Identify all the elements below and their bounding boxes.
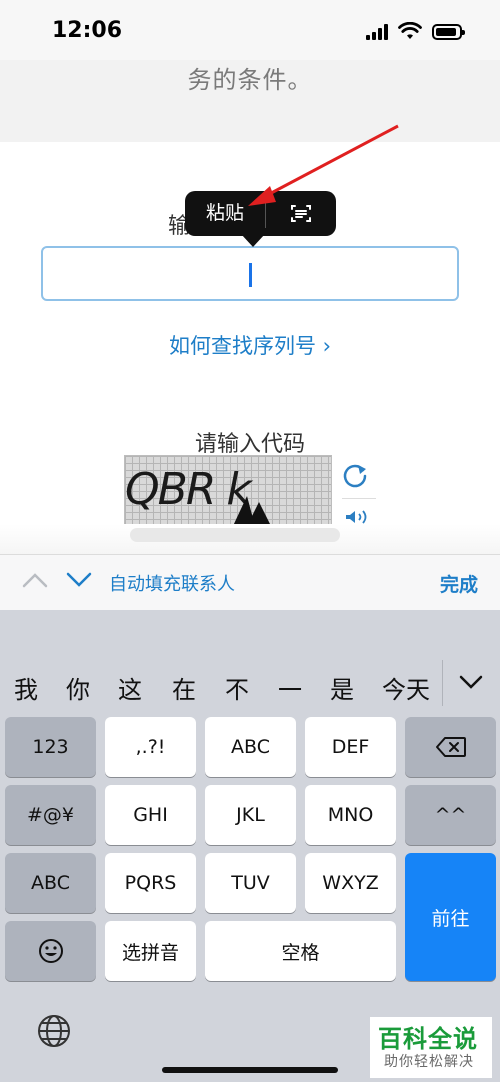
captcha-divider <box>342 498 376 499</box>
backspace-key[interactable] <box>405 717 496 777</box>
expand-candidates-chevron-down-icon[interactable] <box>458 672 484 692</box>
candidate-word[interactable]: 不 <box>225 670 249 705</box>
home-indicator <box>162 1067 338 1073</box>
wifi-icon <box>398 22 422 39</box>
find-serial-link[interactable]: 如何查找序列号 › <box>0 330 500 360</box>
candidate-word[interactable]: 在 <box>172 670 196 705</box>
candidate-word[interactable]: 这 <box>118 670 142 705</box>
emoji-key[interactable] <box>5 921 96 981</box>
watermark-logo: 百科全说 助你轻松解决 <box>370 1017 492 1078</box>
globe-icon[interactable] <box>36 1013 72 1049</box>
captcha-image: QBR k <box>124 455 332 525</box>
candidate-word[interactable]: 是 <box>330 670 354 705</box>
key-def-group[interactable]: DEF <box>305 717 396 777</box>
key-123[interactable]: 123 <box>5 717 96 777</box>
candidate-word[interactable]: 一 <box>278 670 302 705</box>
blurred-area <box>130 528 340 542</box>
candidate-word[interactable]: 你 <box>66 670 90 705</box>
terms-text: 务的条件。 <box>187 66 313 94</box>
key-abc-switch[interactable]: ABC <box>5 853 96 913</box>
key-punctuation[interactable]: ,.?! <box>105 717 196 777</box>
key-wxyz-group[interactable]: WXYZ <box>305 853 396 913</box>
done-button[interactable]: 完成 <box>440 570 478 597</box>
key-tuv-group[interactable]: TUV <box>205 853 296 913</box>
candidate-word[interactable]: 今天 <box>382 670 430 705</box>
key-symbols[interactable]: #@¥ <box>5 785 96 845</box>
next-field-chevron-down-icon[interactable] <box>66 570 92 590</box>
autofill-contact-button[interactable]: 自动填充联系人 <box>109 570 235 596</box>
backspace-icon <box>435 737 466 757</box>
key-jkl-group[interactable]: JKL <box>205 785 296 845</box>
previous-field-chevron-up-icon[interactable] <box>22 570 48 590</box>
select-pinyin-key[interactable]: 选拼音 <box>105 921 196 981</box>
key-pqrs-group[interactable]: PQRS <box>105 853 196 913</box>
watermark-title: 百科全说 <box>378 1025 478 1053</box>
emoji-icon <box>38 939 63 963</box>
candidate-word[interactable]: 我 <box>14 670 38 705</box>
space-key[interactable]: 空格 <box>205 921 396 981</box>
go-button[interactable]: 前往 <box>405 853 496 981</box>
watermark-subtitle: 助你轻松解决 <box>384 1054 474 1070</box>
captcha-distortion-icon <box>233 496 270 524</box>
candidate-divider <box>442 660 443 706</box>
key-emoticon[interactable]: ^^ <box>405 785 496 845</box>
key-ghi-group[interactable]: GHI <box>105 785 196 845</box>
key-mno-group[interactable]: MNO <box>305 785 396 845</box>
text-caret <box>249 263 252 287</box>
annotation-arrow-icon <box>248 124 399 206</box>
status-time: 12:06 <box>52 18 123 43</box>
captcha-label: 请输入代码 <box>194 432 305 457</box>
battery-icon <box>432 24 465 40</box>
cellular-signal-icon <box>366 24 390 40</box>
refresh-icon[interactable] <box>340 460 370 490</box>
key-abc-group[interactable]: ABC <box>205 717 296 777</box>
